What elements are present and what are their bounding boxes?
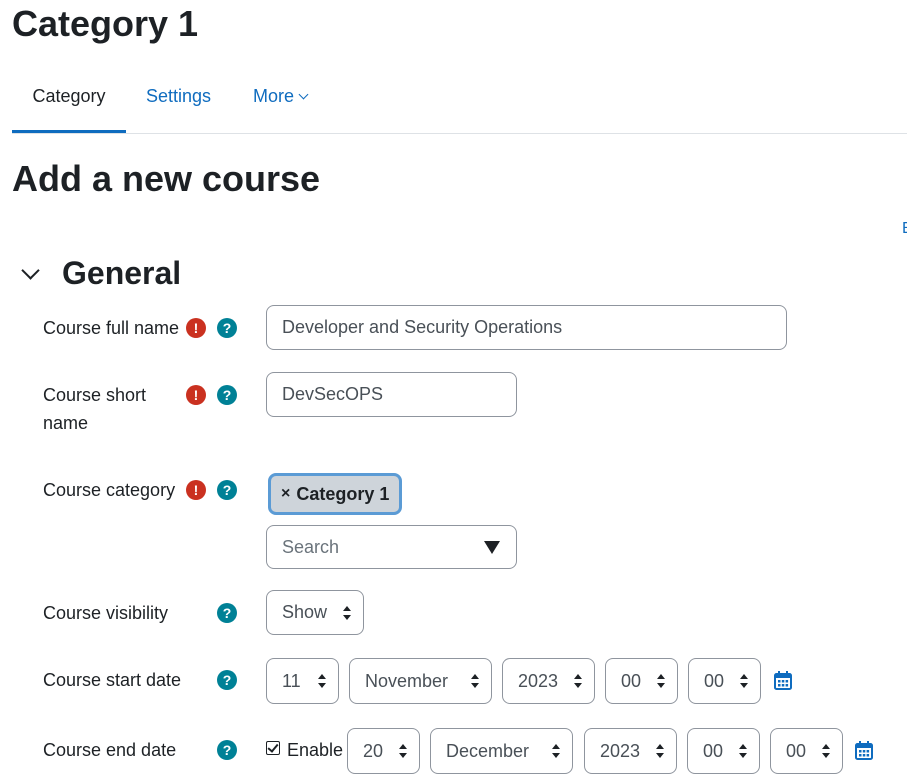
start-month-value: November	[365, 670, 449, 691]
start-hour-value: 00	[621, 670, 642, 691]
start-minute-select[interactable]: 00	[688, 658, 761, 704]
dropdown-arrow-icon[interactable]	[484, 541, 500, 554]
short-name-label: Course short	[43, 385, 147, 405]
chevron-down-icon[interactable]	[21, 261, 40, 280]
start-minute-value: 00	[704, 670, 725, 691]
end-month-select[interactable]: December	[430, 728, 573, 774]
end-month-value: December	[446, 740, 530, 761]
tab-label: Settings	[146, 86, 212, 106]
end-hour-value: 00	[703, 740, 724, 761]
required-icon: !	[186, 318, 206, 338]
help-icon[interactable]: ?	[217, 740, 237, 760]
short-name-input[interactable]: DevSecOPS	[266, 372, 517, 417]
start-year-value: 2023	[518, 670, 559, 691]
calendar-icon[interactable]	[774, 671, 792, 690]
form-heading: Add a new course	[12, 158, 321, 199]
enable-end-date-checkbox[interactable]	[266, 741, 280, 755]
selected-category-label: Category 1	[296, 483, 390, 504]
select-arrows-icon	[471, 674, 479, 688]
full-name-input[interactable]: Developer and Security Operations	[266, 305, 787, 350]
end-date-label: Course end date	[43, 740, 177, 760]
start-hour-select[interactable]: 00	[605, 658, 678, 704]
tab-more[interactable]: More	[253, 70, 309, 132]
remove-icon[interactable]: ×	[281, 485, 290, 503]
expand-all-link[interactable]: E	[902, 220, 907, 238]
select-arrows-icon	[552, 744, 560, 758]
tab-category[interactable]: Category	[12, 70, 126, 133]
start-date-label: Course start date	[43, 670, 182, 690]
enable-label: Enable	[287, 740, 344, 760]
secondary-nav: Category Settings More	[12, 70, 907, 134]
calendar-icon[interactable]	[855, 741, 873, 760]
visibility-value: Show	[282, 602, 328, 622]
select-arrows-icon	[399, 744, 407, 758]
short-name-value: DevSecOPS	[282, 384, 384, 404]
help-icon[interactable]: ?	[217, 603, 237, 623]
start-year-select[interactable]: 2023	[502, 658, 595, 704]
tab-label: Category	[32, 86, 106, 106]
selected-category-tag[interactable]: × Category 1	[268, 473, 402, 515]
help-icon[interactable]: ?	[217, 385, 237, 405]
full-name-value: Developer and Security Operations	[282, 317, 563, 337]
tab-settings[interactable]: Settings	[146, 70, 211, 132]
visibility-label: Course visibility	[43, 603, 169, 623]
full-name-label: Course full name	[43, 318, 180, 338]
chevron-down-icon	[298, 89, 309, 100]
start-day-select[interactable]: 11	[266, 658, 339, 704]
tab-label: More	[253, 86, 295, 106]
start-month-select[interactable]: November	[349, 658, 492, 704]
select-arrows-icon	[657, 674, 665, 688]
help-icon[interactable]: ?	[217, 480, 237, 500]
visibility-select[interactable]: Show	[266, 590, 364, 635]
category-label: Course category	[43, 480, 176, 500]
required-icon: !	[186, 480, 206, 500]
select-arrows-icon	[318, 674, 326, 688]
page-title: Category 1	[12, 3, 199, 44]
search-placeholder: Search	[282, 536, 340, 557]
select-arrows-icon	[343, 605, 351, 620]
end-year-select[interactable]: 2023	[584, 728, 677, 774]
select-arrows-icon	[574, 674, 582, 688]
select-arrows-icon	[822, 744, 830, 758]
end-year-value: 2023	[600, 740, 641, 761]
start-day-value: 11	[282, 670, 301, 691]
select-arrows-icon	[656, 744, 664, 758]
select-arrows-icon	[740, 674, 748, 688]
end-minute-value: 00	[786, 740, 807, 761]
category-search-input[interactable]: Search	[266, 525, 517, 569]
end-day-value: 20	[363, 740, 384, 761]
end-minute-select[interactable]: 00	[770, 728, 843, 774]
help-icon[interactable]: ?	[217, 318, 237, 338]
help-icon[interactable]: ?	[217, 670, 237, 690]
end-day-select[interactable]: 20	[347, 728, 420, 774]
section-title[interactable]: General	[62, 252, 181, 294]
select-arrows-icon	[739, 744, 747, 758]
short-name-label-line2: name	[43, 413, 89, 433]
end-hour-select[interactable]: 00	[687, 728, 760, 774]
required-icon: !	[186, 385, 206, 405]
